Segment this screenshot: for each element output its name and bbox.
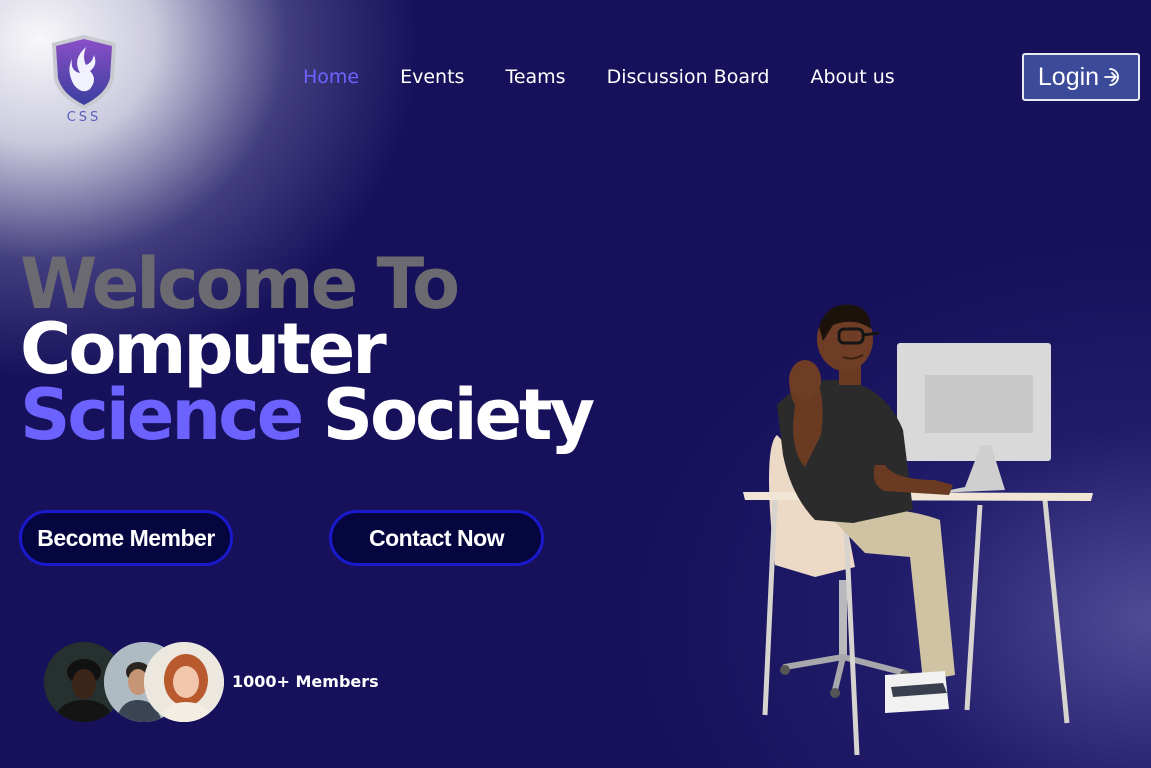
login-button[interactable]: Login	[1022, 53, 1140, 101]
logo-text: CSS	[67, 110, 102, 123]
members-count: 1000+ Members	[232, 672, 379, 691]
nav-home[interactable]: Home	[303, 66, 359, 88]
login-arrow-icon	[1104, 68, 1119, 86]
nav-events[interactable]: Events	[400, 66, 464, 88]
nav-about-us[interactable]: About us	[811, 66, 895, 88]
login-label: Login	[1037, 62, 1100, 91]
hero-science: Science	[20, 374, 304, 456]
main-nav: Home Events Teams Discussion Board About…	[303, 63, 936, 91]
developer-illustration	[743, 304, 1093, 756]
contact-now-button[interactable]: Contact Now	[329, 510, 544, 566]
hero-science-society: Science Society	[20, 380, 595, 450]
hero-society: Society	[322, 374, 596, 456]
nav-teams[interactable]: Teams	[505, 66, 565, 88]
nav-discussion-board[interactable]: Discussion Board	[607, 66, 770, 88]
avatar	[144, 642, 224, 722]
logo[interactable]: CSS	[48, 33, 120, 123]
become-member-button[interactable]: Become Member	[19, 510, 233, 566]
